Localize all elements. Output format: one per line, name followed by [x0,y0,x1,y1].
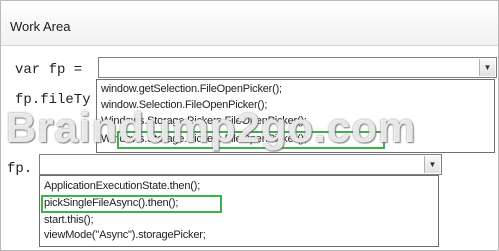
chevron-down-icon[interactable]: ▼ [424,156,440,173]
list-item[interactable]: start.this(); [44,214,94,226]
fp-method-options-list[interactable]: ApplicationExecutionState.then(); pickSi… [39,175,439,247]
fp-assignment-dropdown[interactable]: ▼ [98,57,497,78]
fp-method-dropdown[interactable]: ▼ [39,154,442,175]
list-item[interactable]: ApplicationExecutionState.then(); [44,180,200,192]
panel-title: Work Area [10,19,71,34]
selection-highlight [41,195,222,213]
list-item[interactable]: window.getSelection.FileOpenPicker(); [101,83,282,95]
chevron-down-icon[interactable]: ▼ [479,59,495,76]
code-line-3-prefix: fp. [7,161,33,177]
code-line-1-prefix: var fp = [15,62,83,78]
panel-header: Work Area [1,1,498,46]
watermark-text: Braindump2go.com [6,104,417,151]
list-item[interactable]: viewMode("Async").storagePicker; [44,229,206,241]
